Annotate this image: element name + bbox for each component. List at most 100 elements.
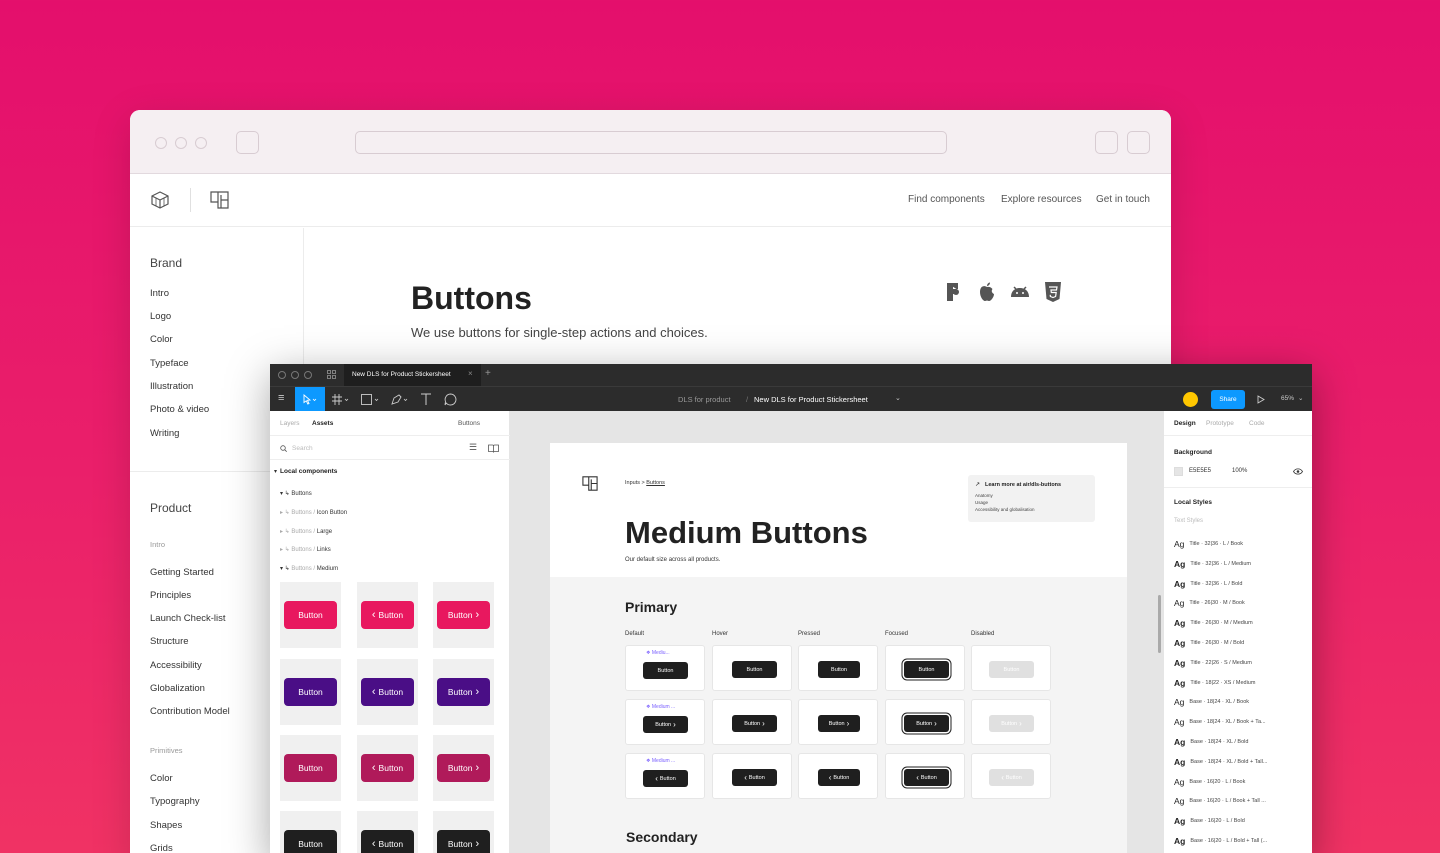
sidebar-item-photo-video[interactable]: Photo & video [150, 404, 209, 415]
canvas-scrollbar[interactable] [1158, 595, 1161, 653]
play-icon[interactable] [1257, 395, 1265, 404]
asset-tile[interactable]: ‹ Button [357, 582, 418, 648]
button-default[interactable]: Button [643, 662, 688, 679]
comment-tool-icon[interactable] [444, 393, 457, 406]
frame-tool-icon[interactable] [332, 394, 352, 405]
text-style-item[interactable]: Ag Base · 18|24 · XL / Bold + Tall... [1174, 757, 1267, 767]
text-style-item[interactable]: Ag Title · 26|30 · M / Book [1174, 598, 1245, 608]
stickersheet-frame[interactable]: Inputs > Buttons ↗ Learn more at air/dls… [550, 443, 1127, 853]
learn-link-accessibility[interactable]: Accessibility and globalisation [975, 507, 1035, 512]
grid-icon[interactable] [327, 370, 336, 379]
state-cell[interactable]: ‹ Button [971, 753, 1051, 799]
nav-find-components[interactable]: Find components [908, 194, 985, 205]
sidebar-item-shapes[interactable]: Shapes [150, 820, 182, 831]
background-swatch[interactable] [1174, 467, 1183, 476]
state-cell[interactable]: Button › [885, 699, 965, 745]
pen-tool-icon[interactable] [391, 394, 411, 405]
state-cell[interactable]: ‹ Button [712, 753, 792, 799]
zoom-chevron-icon[interactable]: ⌄ [1298, 394, 1303, 402]
url-bar[interactable] [355, 131, 947, 154]
tab-layers[interactable]: Layers [280, 420, 300, 427]
sidebar-item-globalization[interactable]: Globalization [150, 683, 205, 694]
share-button[interactable]: Share [1211, 390, 1245, 409]
search-input[interactable]: Search [292, 445, 313, 452]
sidebar-item-typeface[interactable]: Typeface [150, 358, 189, 369]
sidebar-item-typography[interactable]: Typography [150, 796, 200, 807]
asset-tile[interactable]: Button › [433, 582, 494, 648]
state-cell[interactable]: Button [798, 645, 878, 691]
text-style-item[interactable]: Ag Base · 18|24 · XL / Bold [1174, 737, 1248, 747]
library-selector[interactable]: Buttons [458, 420, 480, 427]
sidebar-item-logo[interactable]: Logo [150, 311, 171, 322]
state-cell[interactable]: ‹ Button [798, 753, 878, 799]
sidebar-item-getting-started[interactable]: Getting Started [150, 567, 214, 578]
asset-tile[interactable]: ‹ Button [357, 735, 418, 801]
text-style-item[interactable]: Ag Title · 26|30 · M / Bold [1174, 638, 1244, 648]
state-cell[interactable]: Button › [712, 699, 792, 745]
text-style-item[interactable]: Ag Title · 32|36 · L / Medium [1174, 559, 1251, 569]
close-tab-icon[interactable]: × [468, 369, 473, 378]
state-cell[interactable]: Button [712, 645, 792, 691]
text-style-item[interactable]: Ag Base · 16|20 · L / Book [1174, 777, 1245, 787]
button-pressed[interactable]: Button › [818, 715, 860, 732]
component-instance-tag[interactable]: ❖ Medium ... [646, 758, 675, 764]
window-close-dot[interactable] [155, 137, 167, 149]
state-cell[interactable]: Button [885, 645, 965, 691]
chevron-down-icon[interactable]: ⌄ [895, 394, 901, 402]
nav-get-in-touch[interactable]: Get in touch [1096, 194, 1150, 205]
asset-tile[interactable]: Button [280, 582, 341, 648]
text-style-item[interactable]: Ag Base · 18|24 · XL / Book [1174, 697, 1249, 707]
button-hover[interactable]: Button › [732, 715, 777, 732]
state-cell[interactable]: ❖ Mediu... Button [625, 645, 705, 691]
move-tool-button[interactable] [295, 387, 325, 412]
tree-row-links[interactable]: ▸ ↳ Buttons / Links [280, 546, 331, 553]
dls-logo-icon[interactable] [210, 191, 229, 209]
button-disabled[interactable]: Button [989, 661, 1034, 678]
asset-tile[interactable]: Button [280, 811, 341, 853]
window-minimize-dot[interactable] [175, 137, 187, 149]
button-focused[interactable]: ‹ Button [904, 769, 949, 786]
text-style-item[interactable]: Ag Base · 16|20 · L / Bold + Tall (... [1174, 836, 1267, 846]
figma-maximize-dot[interactable] [304, 371, 312, 379]
button-pressed[interactable]: ‹ Button [818, 769, 860, 786]
component-instance-tag[interactable]: ❖ Mediu... [646, 650, 670, 656]
text-tool-icon[interactable] [420, 393, 432, 406]
sidebar-item-illustration[interactable]: Illustration [150, 381, 193, 392]
tab-design[interactable]: Design [1174, 420, 1196, 427]
html5-icon[interactable] [1043, 281, 1063, 303]
button-hover[interactable]: Button [732, 661, 777, 678]
new-tab-button[interactable] [1127, 131, 1150, 154]
main-menu-icon[interactable]: ≡ [278, 392, 284, 404]
asset-tile[interactable]: Button › [433, 735, 494, 801]
asset-tile[interactable]: Button [280, 659, 341, 725]
button-disabled[interactable]: Button › [989, 715, 1034, 732]
button-focused[interactable]: Button › [904, 715, 949, 732]
sidebar-item-color[interactable]: Color [150, 334, 173, 345]
book-icon[interactable] [488, 444, 499, 453]
breadcrumb-project[interactable]: DLS for product [678, 395, 731, 404]
tree-row-medium[interactable]: ▾ ↳ Buttons / Medium [280, 565, 338, 572]
asset-tile[interactable]: Button › [433, 659, 494, 725]
button-default[interactable]: Button › [643, 716, 688, 733]
state-cell[interactable]: Button › [971, 699, 1051, 745]
sidebar-item-intro[interactable]: Intro [150, 288, 169, 299]
component-instance-tag[interactable]: ❖ Medium ... [646, 704, 675, 710]
tree-row-icon-button[interactable]: ▸ ↳ Buttons / Icon Button [280, 509, 347, 516]
button-focused[interactable]: Button [904, 661, 949, 678]
breadcrumb-file[interactable]: New DLS for Product Stickersheet [754, 395, 868, 404]
figma-close-dot[interactable] [278, 371, 286, 379]
asset-tile[interactable]: ‹ Button [357, 659, 418, 725]
add-tab-icon[interactable]: + [485, 368, 491, 379]
figma-minimize-dot[interactable] [291, 371, 299, 379]
sidebar-toggle-button[interactable] [236, 131, 259, 154]
tab-assets[interactable]: Assets [312, 420, 333, 427]
tab-prototype[interactable]: Prototype [1206, 420, 1234, 427]
text-style-item[interactable]: Ag Title · 32|36 · L / Book [1174, 539, 1243, 549]
list-view-icon[interactable]: ☰ [469, 442, 477, 453]
sidebar-item-writing[interactable]: Writing [150, 428, 179, 439]
asset-tile[interactable]: Button [280, 735, 341, 801]
text-style-item[interactable]: Ag Title · 26|30 · M / Medium [1174, 618, 1253, 628]
asset-tile[interactable]: ‹ Button [357, 811, 418, 853]
local-components-heading[interactable]: Local components [280, 468, 337, 475]
figma-icon[interactable] [945, 281, 961, 303]
